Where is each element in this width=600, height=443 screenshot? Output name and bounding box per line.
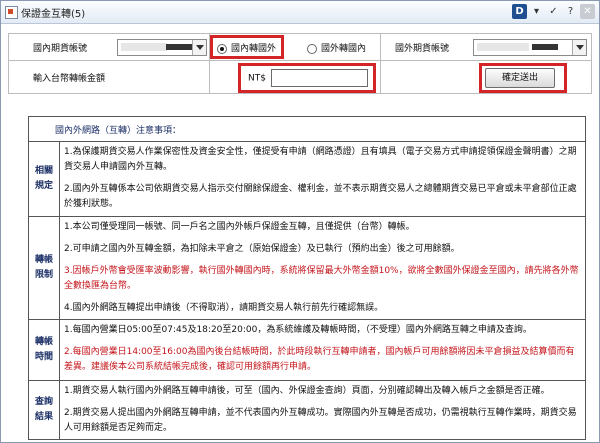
amount-label-cell: 輸入台幣轉帳金額 bbox=[8, 60, 210, 94]
notes-heading: 國內外網路（互轉）注意事項： bbox=[28, 116, 586, 142]
section-title: 轉帳 時間 bbox=[28, 319, 60, 381]
submit-button[interactable]: 確定送出 bbox=[485, 68, 555, 88]
brand-icon[interactable]: D bbox=[512, 4, 527, 19]
notes-section-regulations: 相關規定 1.為保護期貨交易人作業保密性及資金安全性，僅提受有申請（網路憑證）且… bbox=[28, 141, 586, 217]
section-title: 轉帳 限制 bbox=[28, 216, 60, 320]
section-title: 相關 規定 bbox=[28, 141, 60, 217]
foreign-account-label: 國外期貨帳號 bbox=[395, 44, 450, 54]
notes-section-limits: 轉帳限制 1.本公司僅受理同一帳號、同一戶名之國內外帳戶保證金互轉，且僅提供（台… bbox=[28, 216, 586, 320]
masked-foreign-account bbox=[477, 43, 529, 51]
section-body: 1.本公司僅受理同一帳號、同一戶名之國內外帳戶保證金互轉，且僅提供（台幣）轉帳。… bbox=[59, 216, 586, 320]
app-icon bbox=[5, 6, 18, 19]
section-title-line1: 查詢 bbox=[34, 397, 53, 407]
notes-table: 國內外網路（互轉）注意事項： 相關規定 1.為保護期貨交易人作業保密性及資金安全… bbox=[28, 116, 586, 440]
notes-heading-row: 國內外網路（互轉）注意事項： bbox=[28, 116, 586, 142]
amount-input-group: NT$ bbox=[248, 69, 368, 87]
radio-on-icon[interactable] bbox=[217, 43, 227, 54]
section-body: 1.期貨交易人執行國內外網路互轉申請後，可至（國內、外保證金查詢）頁面，分別確認… bbox=[59, 380, 586, 440]
note-item: 1.每國內營業日05:00至07:45及18:20至20:00，為系統維護及轉帳… bbox=[64, 325, 532, 335]
foreign-account-select[interactable] bbox=[473, 39, 587, 56]
note-item: 1.本公司僅受理同一帳號、同一戶名之國內外帳戶保證金互轉，且僅提供（台幣）轉帳。 bbox=[64, 222, 415, 232]
titlebar-buttons: D ▾ ✓ ? ✕ bbox=[512, 4, 595, 19]
note-item-warning: 3.因帳戶外幣會受匯率波動影響，執行國外轉國內時，系統將保留最大外幣金額10%，… bbox=[64, 266, 579, 291]
amount-input-cell: NT$ bbox=[209, 60, 381, 94]
note-item: 2.國內外互轉係本公司依期貨交易人指示交付關餘保證金、權利金，並不表示期貨交易人… bbox=[64, 184, 577, 209]
section-title-line1: 轉帳 bbox=[34, 255, 53, 265]
notes-section-time: 轉帳時間 1.每國內營業日05:00至07:45及18:20至20:00，為系統… bbox=[28, 319, 586, 381]
section-body: 1.每國內營業日05:00至07:45及18:20至20:00，為系統維護及轉帳… bbox=[59, 319, 586, 381]
notes-section-results: 查詢結果 1.期貨交易人執行國內外網路互轉申請後，可至（國內、外保證金查詢）頁面… bbox=[28, 380, 586, 440]
transfer-form: 國內期貨帳號 國內轉國外 國外轉國內 國外期貨帳號 輸入台幣轉帳金額 NT$ 確… bbox=[8, 33, 592, 94]
radio-to-foreign[interactable]: 國內轉國外 bbox=[217, 41, 276, 54]
masked-account bbox=[121, 43, 167, 51]
section-title-line2: 結果 bbox=[34, 412, 53, 422]
note-item-warning: 2.每國內營業日14:00至16:00為國內後台結帳時間，於此時段執行互轉申請者… bbox=[64, 347, 575, 372]
direction-cell: 國內轉國外 國外轉國內 bbox=[209, 33, 381, 61]
transfer-window: 保證金互轉(5) D ▾ ✓ ? ✕ 國內期貨帳號 國內轉國外 國外轉國內 國外… bbox=[0, 0, 600, 443]
domestic-account-cell: 國內期貨帳號 bbox=[8, 33, 210, 61]
note-item: 1.期貨交易人執行國內外網路互轉申請後，可至（國內、外保證金查詢）頁面，分別確認… bbox=[64, 386, 550, 396]
pin-icon[interactable]: ✓ bbox=[546, 4, 561, 19]
section-title-line2: 時間 bbox=[34, 352, 53, 362]
note-item: 2.可申請之國內外互轉金額，為扣除未平倉之（原始保證金）及已執行（預約出金）後之… bbox=[64, 244, 460, 254]
section-title: 查詢 結果 bbox=[28, 380, 60, 440]
close-icon[interactable]: ✕ bbox=[580, 4, 595, 19]
note-item: 2.期貨交易人提出國內外網路互轉申請，並不代表國內外互轉成功。實際國內外互轉是否… bbox=[64, 408, 577, 433]
radio-to-foreign-label: 國內轉國外 bbox=[231, 44, 277, 54]
chevron-down-icon[interactable] bbox=[192, 40, 206, 55]
foreign-account-cell: 國外期貨帳號 bbox=[380, 33, 592, 61]
window-title: 保證金互轉(5) bbox=[21, 9, 86, 20]
radio-to-domestic[interactable]: 國外轉國內 bbox=[307, 41, 366, 54]
chevron-down-icon[interactable] bbox=[572, 40, 586, 55]
currency-prefix: NT$ bbox=[248, 73, 266, 84]
amount-label: 輸入台幣轉帳金額 bbox=[33, 74, 106, 84]
note-item: 1.為保護期貨交易人作業保密性及資金安全性，僅提受有申請（網路憑證）且有填具（電… bbox=[64, 147, 577, 172]
masked-account-suffix bbox=[166, 44, 192, 50]
section-title-line1: 轉帳 bbox=[34, 337, 53, 347]
note-item: 4.國內外網路互轉提出申請後（不得取消），請期貨交易人執行前先行確認無誤。 bbox=[64, 303, 384, 313]
submit-cell: 確定送出 bbox=[380, 60, 592, 94]
radio-to-domestic-label: 國外轉國內 bbox=[321, 44, 367, 54]
section-title-line1: 相關 bbox=[34, 166, 53, 176]
masked-foreign-suffix bbox=[532, 44, 558, 50]
title-bar: 保證金互轉(5) D ▾ ✓ ? ✕ bbox=[1, 1, 599, 24]
radio-off-icon[interactable] bbox=[307, 43, 317, 54]
amount-input[interactable] bbox=[270, 69, 368, 87]
minimize-icon[interactable]: ▾ bbox=[529, 4, 544, 19]
section-title-line2: 規定 bbox=[34, 181, 53, 191]
section-body: 1.為保護期貨交易人作業保密性及資金安全性，僅提受有申請（網路憑證）且有填具（電… bbox=[59, 141, 586, 217]
domestic-account-select[interactable] bbox=[117, 39, 207, 56]
amount-row: 輸入台幣轉帳金額 NT$ 確定送出 bbox=[8, 60, 592, 94]
account-row: 國內期貨帳號 國內轉國外 國外轉國內 國外期貨帳號 bbox=[8, 33, 592, 61]
domestic-account-label: 國內期貨帳號 bbox=[33, 44, 88, 54]
help-icon[interactable]: ? bbox=[563, 4, 578, 19]
section-title-line2: 限制 bbox=[34, 270, 53, 280]
